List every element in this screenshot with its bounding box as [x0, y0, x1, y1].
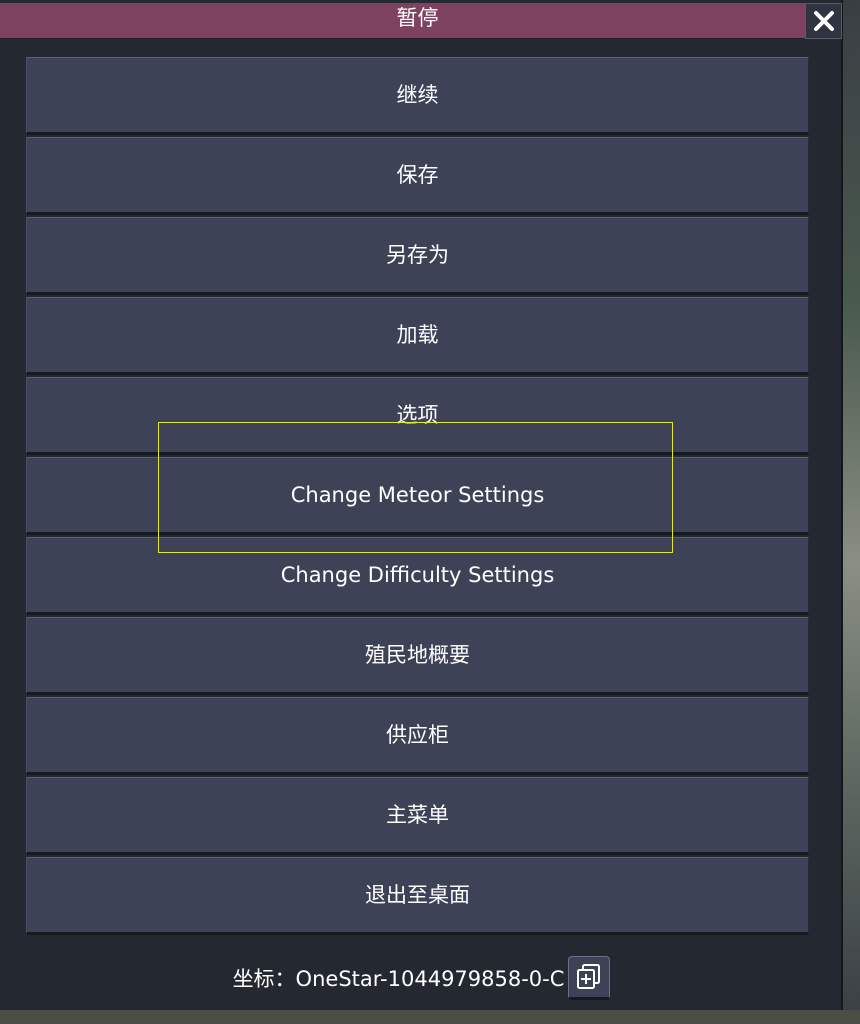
copy-icon	[577, 964, 601, 989]
supply-closet-button[interactable]: 供应柜	[26, 697, 809, 775]
coordinate-row: 坐标：OneStar-1044979858-0-C	[0, 955, 843, 1001]
game-world-background	[843, 0, 860, 1024]
colony-summary-button[interactable]: 殖民地概要	[26, 617, 809, 695]
game-world-background-bottom	[0, 1010, 860, 1024]
load-button[interactable]: 加载	[26, 297, 809, 375]
resume-button[interactable]: 继续	[26, 57, 809, 135]
save-button[interactable]: 保存	[26, 137, 809, 215]
options-button[interactable]: 选项	[26, 377, 809, 455]
coordinate-label: 坐标：OneStar-1044979858-0-C	[232, 967, 565, 991]
change-meteor-settings-button[interactable]: Change Meteor Settings	[26, 457, 809, 535]
copy-coordinate-button[interactable]	[568, 956, 611, 1000]
quit-to-desktop-button[interactable]: 退出至桌面	[26, 857, 809, 935]
save-as-button[interactable]: 另存为	[26, 217, 809, 295]
dialog-title: 暂停	[396, 6, 439, 30]
close-button[interactable]	[805, 3, 842, 39]
pause-dialog: 暂停 继续 保存 另存为 加载 选项 Change Meteor Setting…	[0, 0, 843, 1010]
change-difficulty-settings-button[interactable]: Change Difficulty Settings	[26, 537, 809, 615]
main-menu-button[interactable]: 主菜单	[26, 777, 809, 855]
pause-menu: 继续 保存 另存为 加载 选项 Change Meteor Settings C…	[26, 57, 809, 937]
close-icon	[813, 11, 834, 31]
